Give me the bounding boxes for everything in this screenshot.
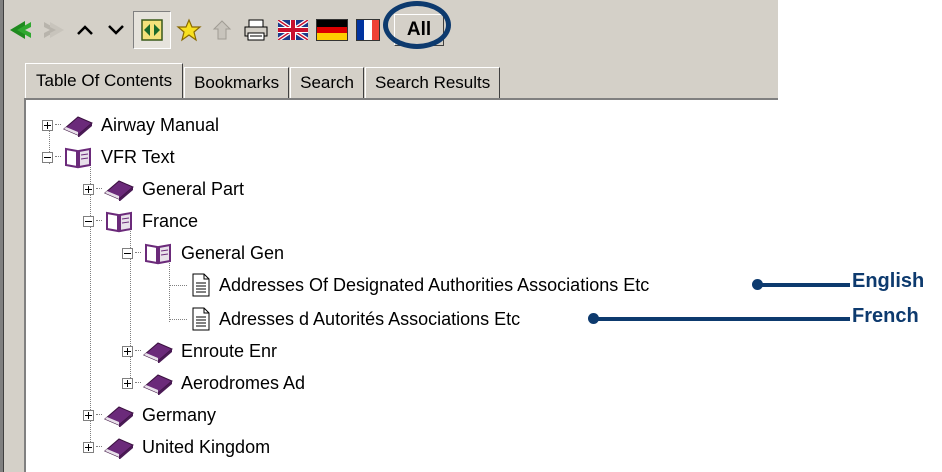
print-button[interactable] [240,10,272,50]
document-icon [189,306,213,332]
tree-label: Adresses d Autorités Associations Etc [219,308,521,329]
document-icon [189,272,213,298]
tree-item-vfr-text[interactable]: VFR Text [42,142,175,172]
open-book-icon [61,144,95,170]
tab-strip: Table Of Contents Bookmarks Search Searc… [25,63,501,98]
callout-line-french [593,317,850,321]
tab-search[interactable]: Search [290,67,364,98]
open-book-icon [141,240,175,266]
sync-toc-button[interactable] [133,11,171,49]
tree-item-germany[interactable]: Germany [83,400,216,430]
tree-label: Germany [142,404,217,425]
tree-item-enroute-enr[interactable]: Enroute Enr [122,336,277,366]
favorites-button[interactable] [174,10,204,50]
tree-item-general-part[interactable]: General Part [83,174,244,204]
forward-icon [44,22,64,38]
all-languages-button-wrap: All [383,1,451,50]
help-window: All Table Of Contents Bookmarks Search S… [0,0,778,472]
french-language-button[interactable] [353,10,383,50]
tab-search-results[interactable]: Search Results [364,67,501,98]
tree-item-general-gen[interactable]: General Gen [122,238,284,268]
tab-table-of-contents[interactable]: Table Of Contents [25,63,184,98]
closed-book-icon [61,112,95,138]
sync-toc-icon [141,19,163,41]
expand-icon[interactable] [122,345,133,357]
tree-item-france[interactable]: France [83,206,198,236]
home-icon [212,20,232,40]
english-language-button[interactable] [275,10,311,50]
tree-label: VFR Text [101,146,175,167]
tree-label: Aerodromes Ad [181,372,306,393]
callout-label-english: English [852,270,925,292]
closed-book-icon [102,434,136,460]
open-book-icon [102,208,136,234]
tree-item-airway-manual[interactable]: Airway Manual [42,110,219,140]
expand-icon[interactable] [83,409,94,421]
closed-book-icon [141,338,175,364]
tree-label: General Gen [181,242,285,263]
expand-icon[interactable] [42,119,53,131]
expand-icon[interactable] [83,441,94,453]
closed-book-icon [102,402,136,428]
expand-icon[interactable] [83,183,94,195]
tree-label: General Part [142,178,245,199]
tree-label: Airway Manual [101,114,220,135]
forward-button[interactable] [38,10,68,50]
tree-item-doc-english[interactable]: Addresses Of Designated Authorities Asso… [189,270,649,300]
print-icon [244,19,268,41]
home-button[interactable] [207,10,237,50]
tree-item-united-kingdom[interactable]: United Kingdom [83,432,270,462]
tree-item-doc-french[interactable]: Adresses d Autorités Associations Etc [189,304,520,334]
uk-flag-icon [278,20,308,40]
down-icon [108,25,124,35]
previous-topic-button[interactable] [71,10,99,50]
highlight-ring [383,1,451,49]
callout-line-english [757,283,850,287]
german-language-button[interactable] [314,10,350,50]
tab-bookmarks[interactable]: Bookmarks [184,67,290,98]
back-icon [10,21,31,39]
toc-tree: Airway Manual VFR Text General Part Fran… [24,98,778,472]
collapse-icon[interactable] [122,247,133,259]
next-topic-button[interactable] [102,10,130,50]
tree-label: United Kingdom [142,436,271,457]
tree-label: Enroute Enr [181,340,278,361]
expand-icon[interactable] [122,377,133,389]
collapse-icon[interactable] [83,215,94,227]
favorites-icon [176,18,202,42]
collapse-icon[interactable] [42,151,53,163]
back-button[interactable] [5,10,35,50]
toolbar: All [5,1,777,58]
tree-item-aerodromes-ad[interactable]: Aerodromes Ad [122,368,305,398]
up-icon [77,25,93,35]
callout-label-french: French [852,305,919,327]
german-flag-icon [316,19,348,41]
tree-label: Addresses Of Designated Authorities Asso… [219,274,650,295]
closed-book-icon [141,370,175,396]
french-flag-icon [356,19,380,41]
tree-label: France [142,210,199,231]
closed-book-icon [102,176,136,202]
window-edge [0,0,4,472]
